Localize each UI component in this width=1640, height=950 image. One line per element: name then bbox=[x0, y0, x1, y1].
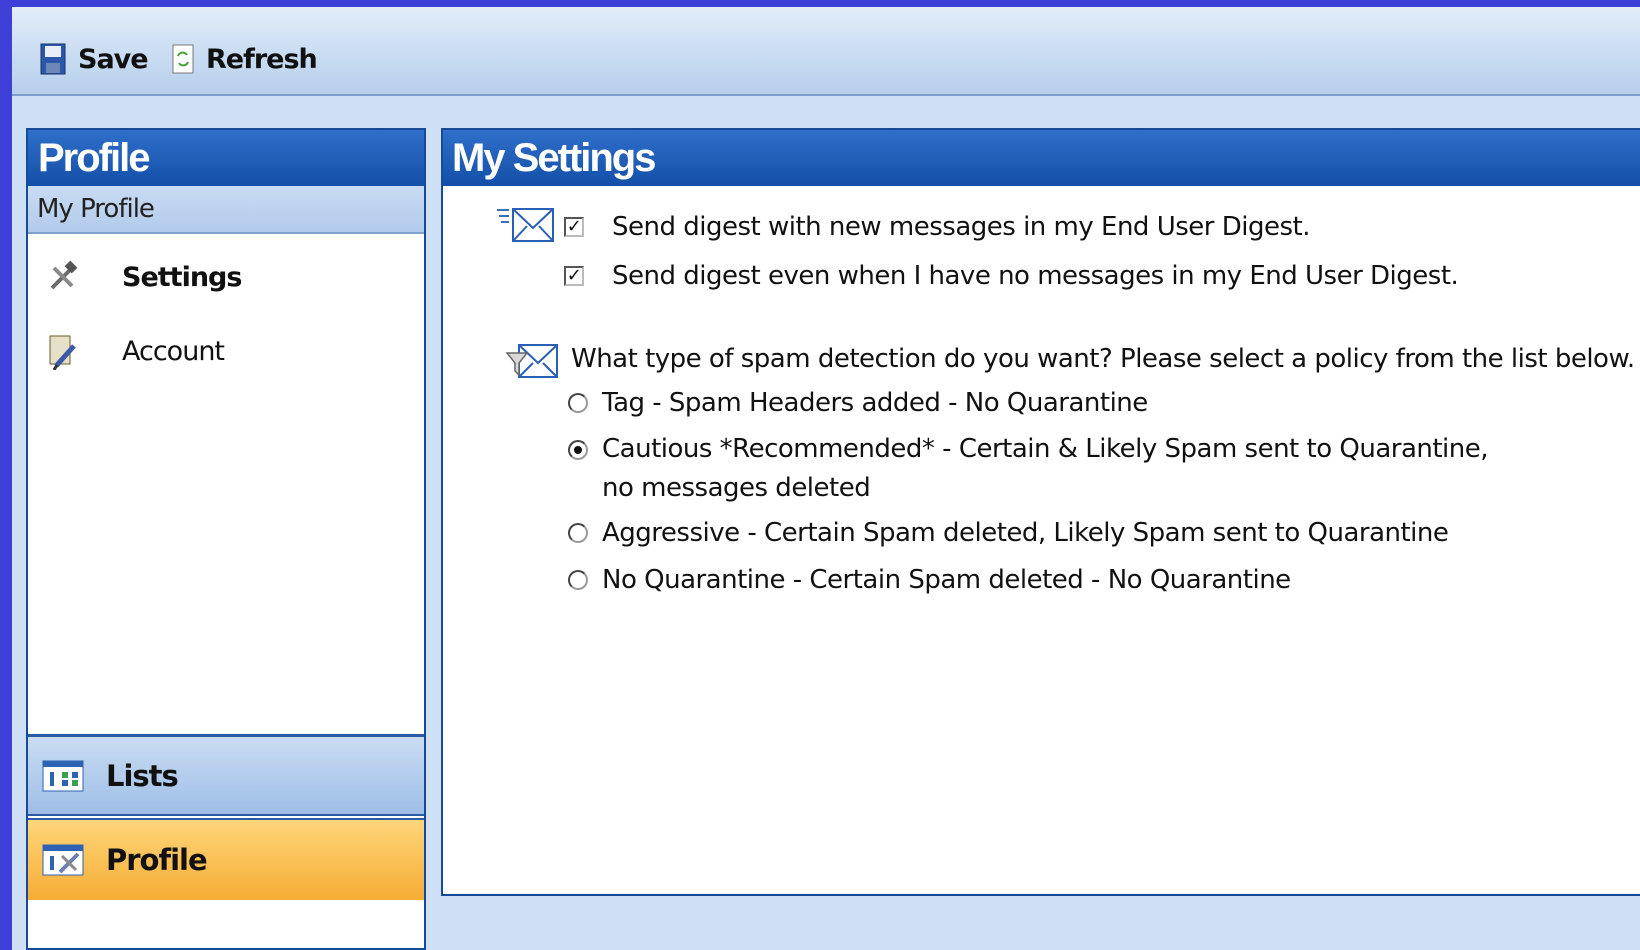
sidebar-item-label: Account bbox=[122, 335, 225, 367]
lists-icon bbox=[42, 760, 84, 791]
profile-icon bbox=[42, 844, 84, 876]
profile-label: Profile bbox=[106, 843, 208, 877]
spam-cautious-label: Cautious *Recommended* - Certain & Likel… bbox=[602, 434, 1489, 503]
spam-option-aggressive[interactable]: Aggressive - Certain Spam deleted, Likel… bbox=[568, 518, 1449, 548]
spam-filter-envelope-icon bbox=[505, 341, 561, 387]
refresh-icon bbox=[172, 44, 194, 74]
sidebar-item-label: Settings bbox=[122, 261, 242, 293]
digest-new-checkbox[interactable]: ✓ bbox=[564, 217, 584, 237]
sidebar-title: Profile bbox=[28, 130, 424, 186]
refresh-label: Refresh bbox=[206, 43, 318, 75]
tools-icon bbox=[50, 260, 78, 290]
digest-option-empty[interactable]: ✓ Send digest even when I have no messag… bbox=[564, 261, 1459, 291]
sidebar-item-account[interactable]: Account bbox=[46, 331, 225, 371]
digest-option-new[interactable]: ✓ Send digest with new messages in my En… bbox=[564, 212, 1310, 242]
digest-new-label: Send digest with new messages in my End … bbox=[612, 212, 1310, 242]
spam-option-tag[interactable]: Tag - Spam Headers added - No Quarantine bbox=[568, 388, 1148, 418]
digest-envelope-icon bbox=[495, 206, 561, 250]
toolbar: Save Refresh bbox=[12, 7, 1640, 96]
spam-option-no-quarantine[interactable]: No Quarantine - Certain Spam deleted - N… bbox=[568, 565, 1291, 595]
profile-button[interactable]: Profile bbox=[28, 818, 424, 900]
panel-title: My Settings bbox=[443, 130, 1640, 186]
sidebar-item-settings[interactable]: Settings bbox=[46, 257, 242, 297]
settings-panel: My Settings ✓ Send digest with new messa… bbox=[441, 128, 1640, 896]
spam-tag-label: Tag - Spam Headers added - No Quarantine bbox=[602, 388, 1148, 418]
save-button[interactable]: Save bbox=[40, 41, 149, 77]
spam-aggressive-label: Aggressive - Certain Spam deleted, Likel… bbox=[602, 518, 1449, 548]
spam-tag-radio[interactable] bbox=[568, 393, 588, 413]
lists-button[interactable]: Lists bbox=[28, 734, 424, 816]
spam-cautious-radio[interactable] bbox=[568, 440, 588, 460]
digest-empty-checkbox[interactable]: ✓ bbox=[564, 266, 584, 286]
lists-label: Lists bbox=[106, 758, 179, 793]
spam-no-quarantine-label: No Quarantine - Certain Spam deleted - N… bbox=[602, 565, 1291, 595]
spam-option-cautious[interactable]: Cautious *Recommended* - Certain & Likel… bbox=[568, 430, 1522, 508]
profile-sidebar: Profile My Profile Settings Account List… bbox=[26, 128, 426, 950]
save-label: Save bbox=[78, 43, 149, 75]
sidebar-subtitle: My Profile bbox=[28, 186, 424, 234]
spam-aggressive-radio[interactable] bbox=[568, 523, 588, 543]
digest-empty-label: Send digest even when I have no messages… bbox=[612, 261, 1459, 291]
spam-no-quarantine-radio[interactable] bbox=[568, 570, 588, 590]
refresh-button[interactable]: Refresh bbox=[172, 41, 318, 77]
app-window: Save Refresh Profile My Profile Settings bbox=[12, 7, 1640, 950]
save-icon bbox=[40, 43, 66, 75]
spam-question: What type of spam detection do you want?… bbox=[571, 344, 1635, 374]
account-icon bbox=[49, 335, 76, 370]
